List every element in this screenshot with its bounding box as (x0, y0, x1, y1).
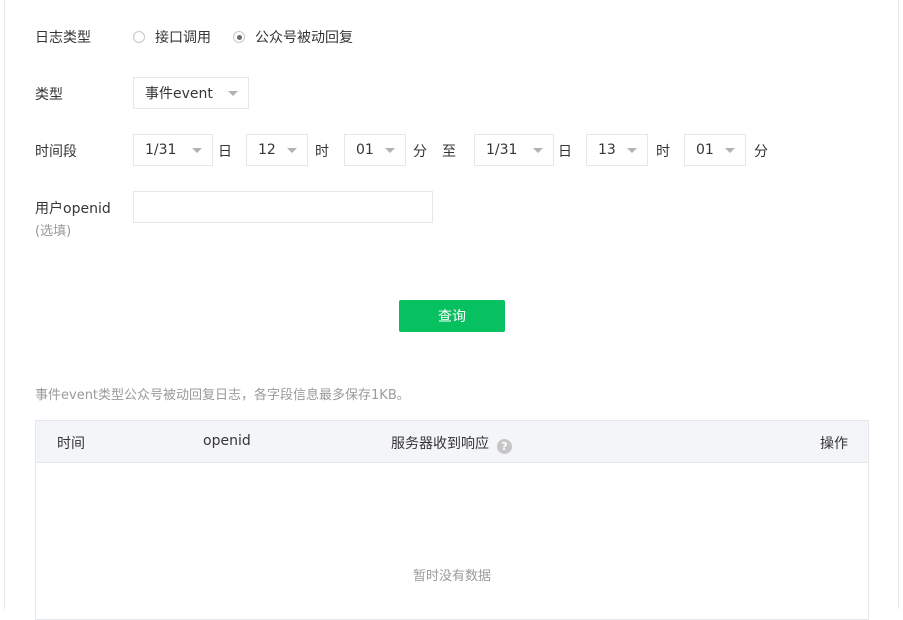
chevron-down-icon (725, 148, 735, 153)
chevron-down-icon (385, 148, 395, 153)
table-header: 时间 openid 服务器收到响应? 操作 (36, 421, 868, 463)
chevron-down-icon (228, 91, 238, 96)
start-minute-select[interactable]: 01 (344, 134, 406, 166)
start-hour-value: 12 (258, 142, 276, 158)
type-label: 类型 (35, 87, 63, 103)
range-separator: 至 (442, 144, 456, 160)
chevron-down-icon (533, 148, 543, 153)
radio-passive-reply[interactable]: 公众号被动回复 (233, 27, 353, 47)
end-date-value: 1/31 (486, 142, 518, 158)
end-minute-unit: 分 (754, 144, 768, 160)
start-hour-select[interactable]: 12 (246, 134, 308, 166)
query-button[interactable]: 查询 (399, 300, 505, 332)
start-minute-unit: 分 (413, 144, 427, 160)
log-note: 事件event类型公众号被动回复日志，各字段信息最多保存1KB。 (35, 388, 410, 403)
end-minute-value: 01 (696, 142, 714, 158)
column-header-server-response: 服务器收到响应? (391, 433, 512, 454)
start-date-value: 1/31 (145, 142, 177, 158)
time-range-label: 时间段 (35, 144, 77, 160)
log-type-label: 日志类型 (35, 30, 91, 46)
type-select-value: 事件event (145, 86, 213, 102)
end-minute-select[interactable]: 01 (684, 134, 746, 166)
frame-left-border (4, 0, 5, 609)
radio-circle-checked-icon (233, 31, 245, 43)
start-minute-value: 01 (356, 142, 374, 158)
table-empty-state: 暂时没有数据 (412, 569, 491, 584)
start-date-unit: 日 (218, 144, 232, 160)
start-date-select[interactable]: 1/31 (133, 134, 213, 166)
end-hour-value: 13 (598, 142, 616, 158)
radio-circle-icon (133, 31, 145, 43)
log-type-radio-group: 接口调用 公众号被动回复 (133, 27, 375, 47)
end-date-select[interactable]: 1/31 (474, 134, 554, 166)
type-select[interactable]: 事件event (133, 77, 249, 109)
chevron-down-icon (627, 148, 637, 153)
chevron-down-icon (287, 148, 297, 153)
start-hour-unit: 时 (315, 144, 329, 160)
column-header-time: 时间 (57, 436, 85, 452)
help-icon[interactable]: ? (497, 439, 512, 454)
openid-optional-hint: (选填) (35, 224, 72, 239)
frame-right-border (898, 0, 899, 609)
radio-api-call-label: 接口调用 (155, 30, 211, 46)
log-table: 时间 openid 服务器收到响应? 操作 暂时没有数据 (35, 420, 869, 620)
column-header-server-response-label: 服务器收到响应 (391, 436, 489, 452)
openid-label: 用户openid (35, 201, 111, 217)
column-header-openid: openid (203, 433, 251, 449)
end-hour-unit: 时 (656, 144, 670, 160)
chevron-down-icon (192, 148, 202, 153)
radio-passive-reply-label: 公众号被动回复 (255, 30, 353, 46)
end-date-unit: 日 (558, 144, 572, 160)
radio-api-call[interactable]: 接口调用 (133, 27, 211, 47)
end-hour-select[interactable]: 13 (586, 134, 648, 166)
column-header-action: 操作 (820, 436, 848, 452)
openid-input[interactable] (133, 191, 433, 223)
